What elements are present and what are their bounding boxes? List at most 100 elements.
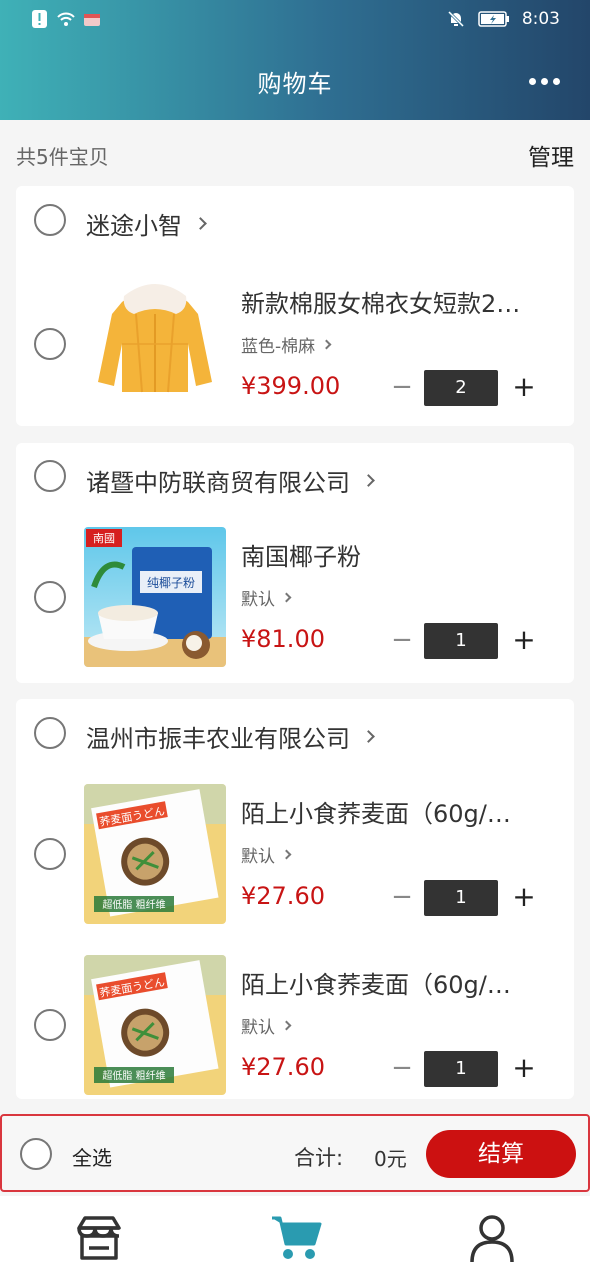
spec-label: 默认 [241,590,275,610]
store-header[interactable]: 诸暨中防联商贸有限公司 [16,443,574,513]
increase-button[interactable]: + [510,1051,538,1087]
store-name-label: 诸暨中防联商贸有限公司 [86,469,350,497]
item-checkbox[interactable] [34,581,66,613]
product-image[interactable] [84,274,226,414]
page-title: 购物车 [257,70,333,98]
spec-label: 默认 [241,1018,275,1038]
coconut-powder-image: 纯椰子粉 南國 [84,527,226,667]
store-name-label: 迷途小智 [86,212,182,240]
product-spec[interactable]: 默认 [241,842,292,867]
decrease-button[interactable]: − [390,880,414,916]
item-checkbox[interactable] [34,838,66,870]
manage-button[interactable]: 管理 [528,138,574,172]
product-spec[interactable]: 蓝色-棉麻 [241,332,332,357]
chevron-right-icon [321,339,332,350]
tab-cart[interactable] [268,1210,324,1266]
store-header[interactable]: 迷途小智 [16,186,574,256]
store-name-label: 温州市振丰农业有限公司 [86,725,350,753]
tab-profile[interactable] [464,1210,520,1266]
item-count: 共5件宝贝 [16,144,109,169]
store-card: 迷途小智 新款棉服女棉衣女短款2… 蓝色-棉麻 ¥399.00 − 2 + [16,186,574,426]
battery-icon [478,11,509,27]
wifi-icon [57,12,75,26]
header: 8:03 购物车 [0,0,590,120]
chevron-right-icon [362,730,375,743]
more-dot-icon [540,77,548,85]
product-title[interactable]: 南国椰子粉 [241,537,541,572]
cart-item: 纯椰子粉 南國 南国椰子粉 默认 ¥81.00 − 1 + [16,527,574,667]
store-name[interactable]: 诸暨中防联商贸有限公司 [86,463,375,498]
store-name[interactable]: 温州市振丰农业有限公司 [86,719,375,754]
brand-logo: 南國 [93,532,115,545]
chevron-right-icon [362,474,375,487]
store-checkbox[interactable] [34,717,66,749]
status-bar: 8:03 [0,0,590,42]
cart-item: 新款棉服女棉衣女短款2… 蓝色-棉麻 ¥399.00 − 2 + [16,274,574,414]
decrease-button[interactable]: − [390,370,414,406]
increase-button[interactable]: + [510,370,538,406]
store-card: 诸暨中防联商贸有限公司 纯椰子粉 南國 南国椰子粉 默认 ¥81.00 − 1 … [16,443,574,683]
quantity-stepper: − 1 + [386,880,546,916]
coconut-label: 纯椰子粉 [147,575,195,590]
cart-icon [272,1216,322,1259]
increase-button[interactable]: + [510,880,538,916]
product-image[interactable]: 荞麦面うどん 超低脂 粗纤维 [84,955,226,1095]
select-all-checkbox[interactable] [20,1138,52,1170]
product-price: ¥81.00 [241,625,325,653]
product-price: ¥27.60 [241,1053,325,1081]
bell-off-icon [447,10,464,28]
quantity-value[interactable]: 1 [424,1051,498,1087]
package-icon [84,14,100,26]
decrease-button[interactable]: − [390,1051,414,1087]
store-card: 温州市振丰农业有限公司 荞麦面うどん 超低脂 粗纤维 陌上小食荞麦面（60g/…… [16,699,574,1099]
noodle-image: 荞麦面うどん 超低脂 粗纤维 [84,955,226,1095]
quantity-stepper: − 1 + [386,1051,546,1087]
product-title[interactable]: 陌上小食荞麦面（60g/… [241,794,541,829]
tab-bar [0,1196,590,1278]
product-spec[interactable]: 默认 [241,585,292,610]
product-price: ¥27.60 [241,882,325,910]
total-value: 0元 [374,1147,407,1171]
quantity-value[interactable]: 1 [424,880,498,916]
store-header[interactable]: 温州市振丰农业有限公司 [16,699,574,769]
store-name[interactable]: 迷途小智 [86,206,207,241]
jacket-image [84,274,226,414]
store-icon [77,1216,121,1260]
more-dot-icon [528,77,536,85]
tab-store[interactable] [71,1210,127,1266]
status-time: 8:03 [521,9,560,29]
store-checkbox[interactable] [34,460,66,492]
chevron-right-icon [281,1020,292,1031]
more-button[interactable] [528,70,560,92]
cart-item: 荞麦面うどん 超低脂 粗纤维 陌上小食荞麦面（60g/… 默认 ¥27.60 −… [16,955,574,1095]
quantity-value[interactable]: 1 [424,623,498,659]
product-spec[interactable]: 默认 [241,1013,292,1038]
chevron-right-icon [281,592,292,603]
store-checkbox[interactable] [34,204,66,236]
user-icon [470,1215,514,1263]
select-all-label[interactable]: 全选 [72,1142,112,1171]
item-checkbox[interactable] [34,328,66,360]
checkout-button[interactable]: 结算 [426,1130,576,1178]
quantity-stepper: − 2 + [386,370,546,406]
product-image[interactable]: 纯椰子粉 南國 [84,527,226,667]
decrease-button[interactable]: − [390,623,414,659]
checkout-bar: 全选 合计: 0元 结算 [0,1114,590,1192]
noodle-image: 荞麦面うどん 超低脂 粗纤维 [84,784,226,924]
spec-label: 蓝色-棉麻 [241,337,316,357]
quantity-value[interactable]: 2 [424,370,498,406]
quantity-stepper: − 1 + [386,623,546,659]
product-title[interactable]: 新款棉服女棉衣女短款2… [241,284,541,319]
item-checkbox[interactable] [34,1009,66,1041]
cart-summary: 共5件宝贝 管理 [16,138,574,172]
product-image[interactable]: 荞麦面うどん 超低脂 粗纤维 [84,784,226,924]
product-price: ¥399.00 [241,372,341,400]
spec-label: 默认 [241,847,275,867]
increase-button[interactable]: + [510,623,538,659]
noodle-tag: 超低脂 粗纤维 [102,1069,165,1082]
product-title[interactable]: 陌上小食荞麦面（60g/… [241,965,541,1000]
cart-item: 荞麦面うどん 超低脂 粗纤维 陌上小食荞麦面（60g/… 默认 ¥27.60 −… [16,784,574,924]
chevron-right-icon [194,217,207,230]
noodle-tag: 超低脂 粗纤维 [102,898,165,911]
total-label: 合计: [294,1146,344,1170]
